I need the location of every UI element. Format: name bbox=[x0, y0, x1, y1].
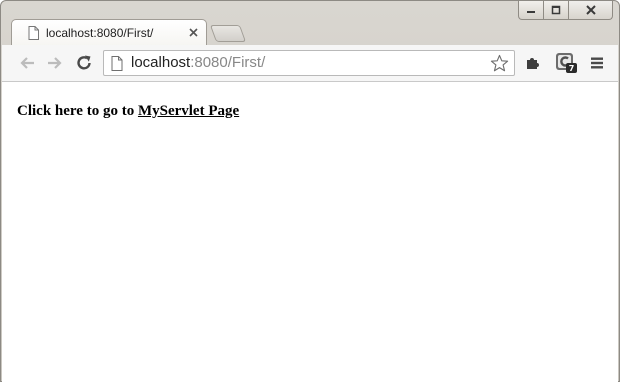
intro-text: Click here to go to MyServlet Page bbox=[17, 103, 239, 120]
tab-active[interactable]: localhost:8080/First/ bbox=[11, 19, 207, 46]
minimize-icon bbox=[527, 11, 535, 13]
close-icon bbox=[585, 5, 596, 15]
reload-button[interactable] bbox=[74, 53, 94, 73]
url-text[interactable]: localhost:8080/First/ bbox=[131, 54, 265, 71]
extension-puzzle-icon bbox=[527, 58, 539, 69]
star-icon[interactable] bbox=[490, 54, 509, 73]
new-tab-button[interactable] bbox=[209, 25, 247, 42]
extension-c-button[interactable]: 7 bbox=[555, 53, 579, 73]
url-host: localhost bbox=[131, 54, 191, 71]
page-content: Click here to go to MyServlet Page bbox=[2, 82, 618, 382]
svg-text:7: 7 bbox=[569, 64, 575, 73]
intro-prefix: Click here to go to bbox=[17, 103, 138, 119]
window-controls bbox=[518, 1, 613, 21]
back-icon bbox=[20, 57, 34, 69]
toolbar: localhost:8080/First/ 7 bbox=[2, 45, 618, 82]
back-button[interactable] bbox=[17, 53, 37, 73]
extension-c-icon: 7 bbox=[556, 53, 577, 73]
reload-icon bbox=[77, 55, 91, 70]
tab-close-icon[interactable] bbox=[189, 28, 198, 37]
chrome-menu-button[interactable] bbox=[587, 53, 607, 73]
browser-window: localhost:8080/First/ localhost:8080/Fir… bbox=[0, 0, 620, 382]
menu-icon bbox=[591, 57, 603, 69]
tab-title: localhost:8080/First/ bbox=[46, 26, 154, 40]
extensions-button[interactable] bbox=[523, 53, 543, 73]
page-icon bbox=[111, 56, 123, 71]
page-icon bbox=[28, 26, 39, 40]
url-path: :8080/First/ bbox=[190, 54, 266, 71]
minimize-button[interactable] bbox=[518, 1, 544, 20]
forward-icon bbox=[48, 57, 62, 69]
close-window-button[interactable] bbox=[569, 1, 613, 20]
myservlet-link[interactable]: MyServlet Page bbox=[138, 103, 239, 119]
address-bar[interactable]: localhost:8080/First/ bbox=[103, 50, 515, 76]
maximize-icon bbox=[551, 5, 561, 15]
forward-button[interactable] bbox=[45, 53, 65, 73]
maximize-button[interactable] bbox=[544, 1, 569, 20]
